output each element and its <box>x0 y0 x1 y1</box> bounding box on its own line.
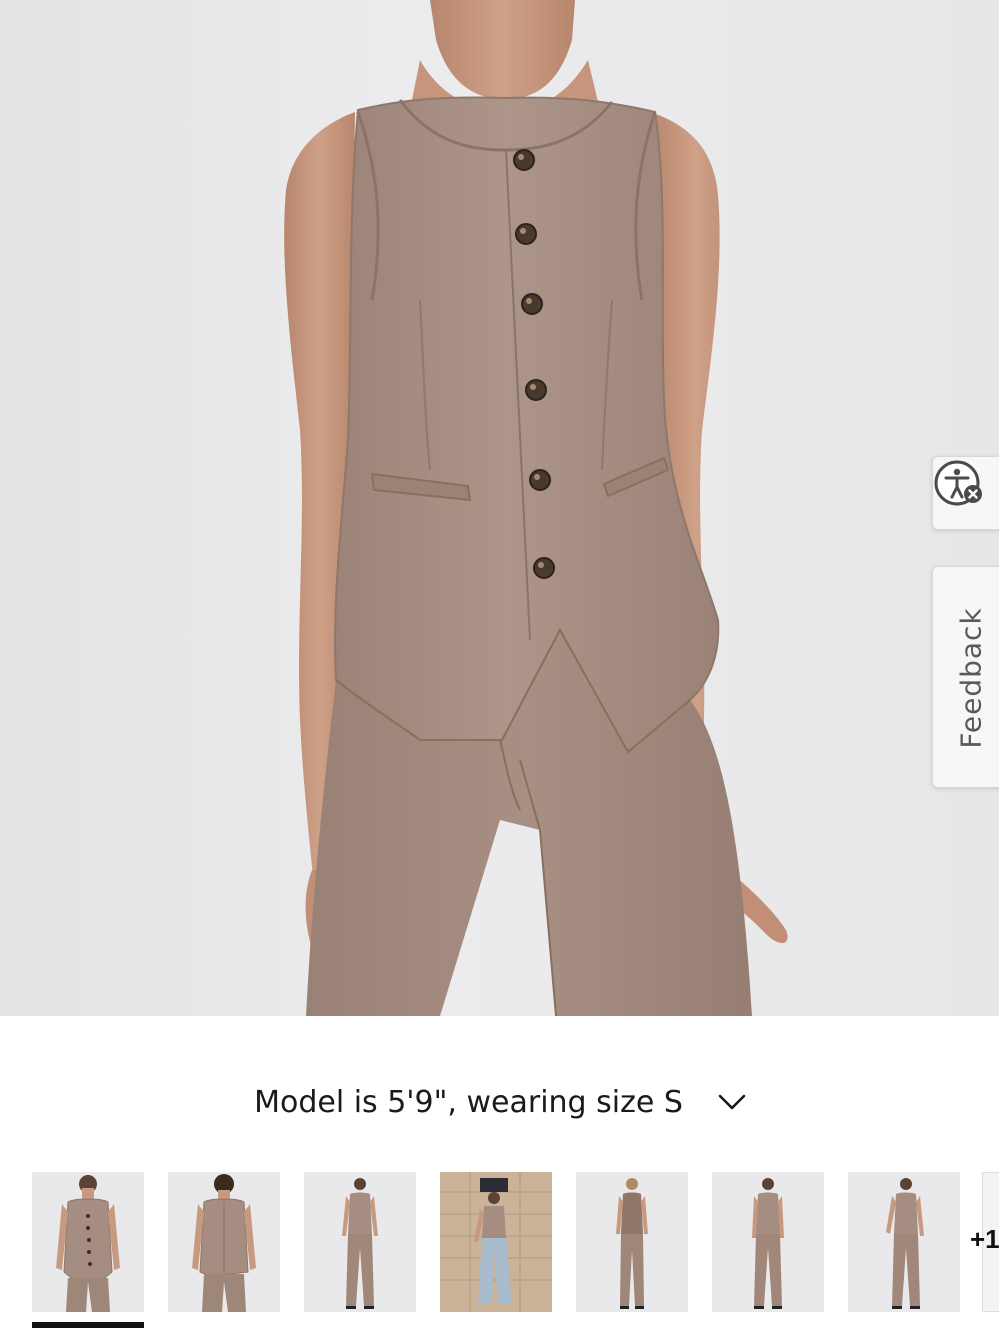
thumbnail-5[interactable] <box>576 1172 688 1312</box>
active-thumbnail-indicator <box>32 1322 144 1328</box>
model-info-toggle[interactable]: Model is 5'9", wearing size S <box>0 1076 999 1128</box>
thumbnail-2[interactable] <box>168 1172 280 1312</box>
thumbnail-6[interactable] <box>712 1172 824 1312</box>
chevron-down-icon <box>718 1094 746 1110</box>
product-main-image[interactable]: Feedback <box>0 0 999 1016</box>
accessibility-widget-button[interactable] <box>932 456 999 530</box>
thumbnail-1[interactable] <box>32 1172 144 1312</box>
more-images-count: +1 <box>970 1224 999 1254</box>
feedback-label: Feedback <box>954 607 988 749</box>
thumbnail-3[interactable] <box>304 1172 416 1312</box>
model-info-text: Model is 5'9", wearing size S <box>254 1084 683 1120</box>
feedback-tab[interactable]: Feedback <box>932 566 999 788</box>
model-vest-illustration <box>284 0 788 1016</box>
accessibility-icon <box>934 460 982 506</box>
thumbnail-strip: +1 <box>32 1172 999 1332</box>
product-page: Feedback Model is 5'9", wearing size S +… <box>0 0 999 1333</box>
thumbnail-4[interactable] <box>440 1172 552 1312</box>
thumbnail-7[interactable] <box>848 1172 960 1312</box>
